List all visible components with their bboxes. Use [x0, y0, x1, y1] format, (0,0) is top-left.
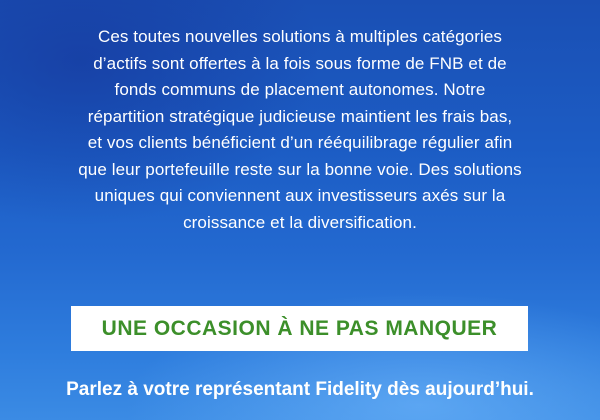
- description-line: que leur portefeuille reste sur la bonne…: [78, 159, 522, 179]
- description-line: croissance et la diversification.: [183, 212, 417, 232]
- contact-advisor-text: Parlez à votre représentant Fidelity dès…: [66, 379, 534, 400]
- description-line: Ces toutes nouvelles solutions à multipl…: [97, 27, 503, 46]
- description-line: uniques qui conviennent aux investisseur…: [94, 186, 506, 205]
- description-text: Ces toutes nouvelles solutions à multipl…: [40, 24, 560, 236]
- description-line: fonds communs de placement autonomes. No…: [114, 80, 486, 99]
- description-line: et vos clients bénéficient d’un rééquili…: [87, 133, 513, 152]
- description-line: répartition stratégique judicieuse maint…: [87, 106, 513, 126]
- cta-button-label: UNE OCCASION À NE PAS MANQUER: [101, 316, 498, 340]
- promo-banner: Ces toutes nouvelles solutions à multipl…: [0, 0, 600, 420]
- description-line: d’actifs sont offertes à la fois sous fo…: [93, 53, 507, 73]
- cta-button[interactable]: UNE OCCASION À NE PAS MANQUER: [71, 306, 528, 351]
